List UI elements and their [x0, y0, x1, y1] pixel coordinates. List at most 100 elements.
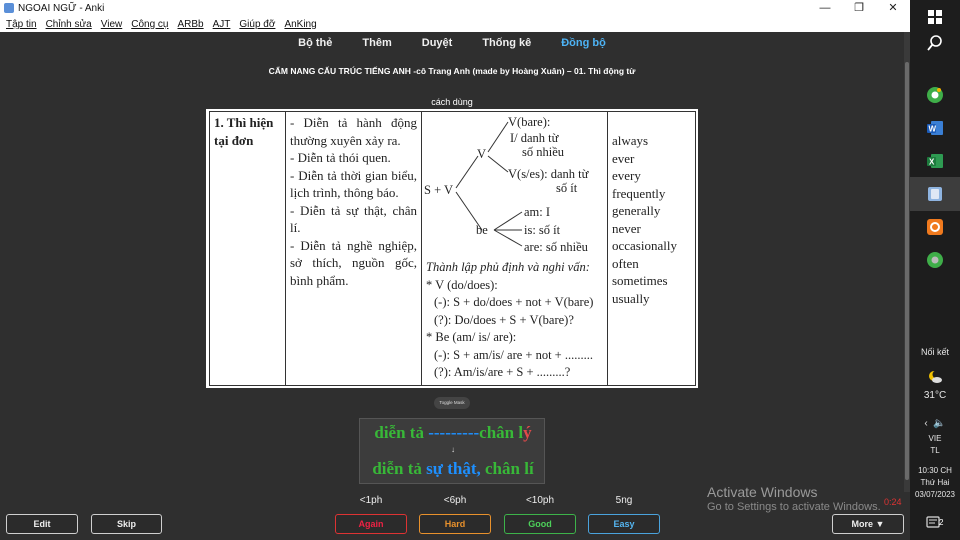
tense-name: 1. Thì hiện tại đơn	[209, 111, 286, 386]
review-timer: 0:24	[884, 497, 902, 507]
formula-v-head: * V (do/does):	[426, 277, 498, 292]
search-button[interactable]	[910, 26, 960, 60]
formula-v-neg: (-): S + do/does + not + V(bare)	[434, 295, 594, 309]
adverb: generally	[612, 203, 661, 218]
window-title: NGOAI NGỮ - Anki	[18, 2, 105, 14]
tree-is: is: số ít	[524, 223, 561, 237]
language-code[interactable]: VIE	[910, 434, 960, 443]
top-nav: Bộ thẻ Thêm Duyệt Thống kê Đồng bộ	[0, 32, 904, 54]
menu-arbb[interactable]: ARBb	[178, 19, 204, 30]
taskbar-app-green[interactable]	[910, 243, 960, 277]
taskbar-app-orange[interactable]	[910, 210, 960, 244]
more-button[interactable]: More ▼	[832, 514, 904, 534]
anki-icon	[4, 3, 14, 13]
activate-windows-title: Activate Windows	[707, 484, 818, 500]
adverb: usually	[612, 290, 650, 306]
tree-am: am: I	[524, 205, 550, 219]
tree-v-s: V(s/es): danh từ	[508, 167, 590, 181]
again-button[interactable]: Again	[335, 514, 407, 534]
minimize-button[interactable]: —	[808, 0, 842, 16]
app-orange-icon	[927, 219, 943, 235]
tree-be: be	[476, 223, 488, 237]
title-bar: NGOAI NGỮ - Anki — ❐ ✕	[0, 0, 910, 16]
good-button[interactable]: Good	[504, 514, 576, 534]
answer-box: diễn tả ---------chân lý ↓ diễn tả sự th…	[359, 418, 545, 484]
formula-v-q: (?): Do/does + S + V(bare)?	[434, 312, 574, 327]
answer-prefix: diễn tả	[372, 459, 427, 478]
nav-decks[interactable]: Bộ thẻ	[298, 37, 332, 49]
adverb: ever	[612, 150, 635, 166]
tray-controls[interactable]: ‹ 🔈	[910, 418, 960, 429]
activate-windows-subtitle: Go to Settings to activate Windows.	[707, 501, 881, 513]
adverb: always	[612, 133, 649, 148]
notification-center[interactable]: 2	[910, 510, 960, 536]
formula-be-neg: (-): S + am/is/ are + not + .........	[434, 347, 593, 362]
usage-item: - Diễn tả thói quen.	[290, 150, 391, 165]
temperature: 31°C	[923, 390, 947, 401]
excel-icon: X	[927, 154, 943, 168]
again-interval: <1ph	[359, 495, 383, 506]
network-label[interactable]: Nối kết	[910, 347, 960, 357]
taskbar-app-excel[interactable]: X	[910, 144, 960, 178]
usage-item: - Diễn tả nghề nghiệp, sở thích, nguồn g…	[290, 237, 417, 288]
clock-date[interactable]: 03/07/2023	[910, 490, 960, 499]
maximize-button[interactable]: ❐	[842, 0, 876, 16]
weather-moon-icon	[929, 370, 942, 383]
windows-icon	[928, 10, 942, 24]
frequency-adverbs: always ever every frequently generally n…	[607, 111, 696, 386]
formulas-heading: Thành lập phủ định và nghi vấn:	[426, 260, 590, 274]
taskbar-app-word[interactable]: W	[910, 111, 960, 145]
nav-stats[interactable]: Thống kê	[482, 37, 531, 49]
menu-edit[interactable]: Chỉnh sửa	[46, 19, 92, 30]
toggle-mask-button[interactable]: Toggle Mask	[434, 397, 470, 409]
answer-line-1: diễn tả ---------chân lý	[360, 423, 546, 443]
input-method[interactable]: TL	[910, 446, 960, 455]
taskbar-app-chrome[interactable]	[910, 78, 960, 112]
taskbar-app-anki[interactable]	[910, 177, 960, 211]
edit-button[interactable]: Edit	[6, 514, 78, 534]
easy-interval: 5ng	[615, 495, 633, 506]
menu-tools[interactable]: Công cụ	[131, 19, 168, 30]
search-icon	[927, 35, 942, 51]
clock-time[interactable]: 10:30 CH	[910, 466, 960, 475]
weather-widget[interactable]	[910, 366, 960, 388]
taskbar: W X Nối kết 31°C ‹ 🔈 VIE TL 10:30 CH Thứ…	[910, 0, 960, 540]
clock-day[interactable]: Thứ Hai	[910, 478, 960, 487]
card-area: CẨM NANG CẤU TRÚC TIẾNG ANH -cô Trang An…	[0, 54, 904, 492]
nav-browse[interactable]: Duyệt	[422, 37, 453, 49]
menu-help[interactable]: Giúp đỡ	[239, 19, 275, 30]
adverb: every	[612, 168, 641, 183]
formula-be-head: * Be (am/ is/ are):	[426, 330, 517, 344]
grammar-table: 1. Thì hiện tại đơn - Diễn tả hành động …	[209, 111, 696, 386]
menu-view[interactable]: View	[101, 19, 123, 30]
usage-item: - Diễn tả thời gian biểu, lịch trình, th…	[290, 167, 417, 201]
menu-file[interactable]: Tập tin	[6, 19, 37, 30]
close-button[interactable]: ✕	[876, 0, 910, 16]
answer-arrow: ↓	[451, 445, 455, 454]
hard-interval: <6ph	[443, 495, 467, 506]
nav-add[interactable]: Thêm	[362, 37, 391, 49]
adverb: sometimes	[612, 273, 668, 288]
tree-v: V	[477, 147, 486, 161]
menu-anking[interactable]: AnKing	[284, 19, 316, 30]
svg-text:W: W	[929, 125, 937, 134]
tree-are: are: số nhiều	[524, 240, 589, 254]
menu-ajt[interactable]: AJT	[213, 19, 231, 30]
skip-button[interactable]: Skip	[91, 514, 162, 534]
hard-button[interactable]: Hard	[419, 514, 491, 534]
easy-button[interactable]: Easy	[588, 514, 660, 534]
adverb: frequently	[612, 185, 666, 201]
notification-count: 2	[939, 518, 944, 527]
answer-wrong-char: ý	[523, 423, 532, 442]
tray-expand-icon[interactable]: ‹	[924, 418, 927, 429]
nav-sync[interactable]: Đồng bộ	[561, 37, 606, 49]
scrollbar-thumb[interactable]	[905, 62, 909, 480]
answer-prefix: diễn tả	[374, 423, 429, 442]
adverb: occasionally	[612, 238, 677, 253]
volume-icon[interactable]: 🔈	[933, 418, 945, 429]
deck-title: CẨM NANG CẤU TRÚC TIẾNG ANH -cô Trang An…	[268, 66, 636, 76]
adverb: never	[612, 220, 641, 236]
formula-be-q: (?): Am/is/are + S + .........?	[434, 365, 571, 379]
answer-word: chân l	[479, 423, 524, 442]
tree-v-s-note: số ít	[556, 181, 578, 195]
